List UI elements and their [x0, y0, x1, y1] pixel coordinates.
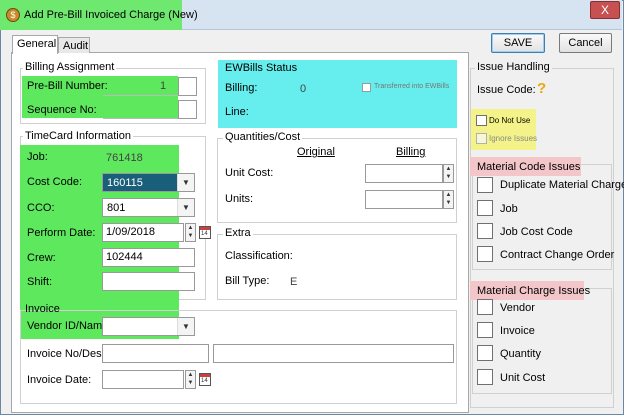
- crew-label: Crew:: [27, 252, 56, 264]
- perform-date-value: 1/09/2018: [106, 226, 155, 238]
- spinner-icon[interactable]: ▲ ▼: [185, 370, 196, 389]
- invoice-issue-label: Invoice: [500, 325, 535, 337]
- ewbills-billing-value: 0: [300, 83, 307, 95]
- question-mark-icon[interactable]: ?: [537, 80, 546, 97]
- job-label: Job:: [27, 151, 48, 163]
- duplicate-material-charge-label: Duplicate Material Charge: [500, 179, 624, 191]
- crew-input[interactable]: 102444: [102, 248, 195, 267]
- cco-label: CCO:: [27, 202, 55, 214]
- do-not-use-checkbox[interactable]: [476, 115, 487, 126]
- units-billing-input[interactable]: [365, 190, 443, 209]
- sequence-no-extra-field[interactable]: [178, 100, 197, 119]
- job-value: 761418: [106, 152, 143, 164]
- calendar-icon[interactable]: 14: [199, 373, 211, 386]
- job-issue-label: Job: [500, 203, 518, 215]
- billing-header: Billing: [396, 146, 426, 158]
- material-charge-issues-title: Material Charge Issues: [477, 285, 591, 297]
- invoice-issue-checkbox[interactable]: [477, 322, 493, 338]
- contract-change-order-label: Contract Change Order: [500, 249, 615, 261]
- pre-bill-number-label: Pre-Bill Number:: [27, 80, 108, 92]
- window-title: Add Pre-Bill Invoiced Charge (New): [24, 9, 198, 21]
- job-issue-checkbox[interactable]: [477, 200, 493, 216]
- chevron-down-icon[interactable]: ▼: [177, 174, 194, 191]
- extra-title: Extra: [223, 227, 253, 239]
- material-code-issues-title: Material Code Issues: [477, 161, 581, 173]
- extra-group: [217, 234, 457, 300]
- ignore-issues-label: Ignore Issues: [489, 134, 538, 143]
- sequence-no-field[interactable]: [103, 101, 178, 119]
- invoice-title: Invoice: [25, 303, 60, 315]
- sequence-no-label: Sequence No:: [27, 104, 97, 116]
- duplicate-material-charge-checkbox[interactable]: [477, 177, 493, 193]
- spinner-icon[interactable]: ▲ ▼: [443, 190, 454, 209]
- unit-cost-issue-label: Unit Cost: [500, 372, 546, 384]
- do-not-use-label: Do Not Use: [489, 116, 531, 125]
- quantity-issue-label: Quantity: [500, 348, 541, 360]
- units-label: Units:: [225, 193, 254, 205]
- pre-bill-number-value: 1: [160, 80, 167, 92]
- tab-audit[interactable]: Audit: [58, 37, 90, 53]
- shift-label: Shift:: [27, 276, 53, 288]
- invoice-no-label: Invoice No/Desc:: [27, 348, 111, 360]
- vendor-label: Vendor ID/Name: [27, 320, 109, 332]
- timecard-title: TimeCard Information: [23, 130, 133, 142]
- unit-cost-issue-checkbox[interactable]: [477, 369, 493, 385]
- transferred-label: Transferred into EWBills: [374, 83, 450, 90]
- quantities-title: Quantities/Cost: [223, 131, 303, 143]
- cost-code-label: Cost Code:: [27, 176, 83, 188]
- cco-dropdown[interactable]: 801 ▼: [102, 198, 195, 217]
- ignore-issues-checkbox[interactable]: [476, 133, 487, 144]
- vendor-issue-checkbox[interactable]: [477, 299, 493, 315]
- quantity-issue-checkbox[interactable]: [477, 345, 493, 361]
- cost-code-value: 160115: [107, 177, 143, 189]
- invoice-desc-input[interactable]: [213, 344, 454, 363]
- vendor-dropdown[interactable]: ▼: [102, 317, 195, 336]
- original-header: Original: [297, 146, 335, 158]
- vendor-issue-label: Vendor: [500, 302, 535, 314]
- invoice-date-label: Invoice Date:: [27, 374, 92, 386]
- spinner-icon[interactable]: ▲ ▼: [443, 164, 454, 183]
- classification-label: Classification:: [225, 250, 293, 262]
- shift-input[interactable]: [102, 272, 195, 291]
- spinner-icon[interactable]: ▲ ▼: [185, 223, 196, 242]
- bill-type-label: Bill Type:: [225, 275, 270, 287]
- chevron-down-icon[interactable]: ▼: [177, 318, 194, 335]
- issue-handling-title: Issue Handling: [475, 61, 552, 73]
- job-cost-code-checkbox[interactable]: [477, 223, 493, 239]
- unit-cost-billing-input[interactable]: [365, 164, 443, 183]
- unit-cost-label: Unit Cost:: [225, 167, 274, 179]
- chevron-down-icon[interactable]: ▼: [177, 199, 194, 216]
- save-button[interactable]: SAVE: [491, 33, 545, 53]
- cco-value: 801: [107, 202, 126, 214]
- contract-change-order-checkbox[interactable]: [477, 246, 493, 262]
- pre-bill-number-field[interactable]: [103, 78, 178, 96]
- transferred-checkbox[interactable]: [362, 83, 371, 92]
- crew-value: 102444: [106, 251, 143, 263]
- bill-type-value: E: [290, 276, 298, 288]
- invoice-date-input[interactable]: [102, 370, 184, 389]
- ewbills-billing-label: Billing:: [225, 82, 258, 94]
- cancel-button[interactable]: Cancel: [559, 33, 612, 53]
- perform-date-label: Perform Date:: [27, 227, 96, 239]
- calendar-icon[interactable]: 14: [199, 226, 211, 239]
- app-dollar-icon: $: [6, 8, 20, 22]
- issue-code-label: Issue Code:: [477, 84, 536, 96]
- perform-date-input[interactable]: 1/09/2018: [102, 223, 184, 242]
- pre-bill-number-extra-field[interactable]: [178, 77, 197, 96]
- ewbills-line-label: Line:: [225, 106, 249, 118]
- job-cost-code-label: Job Cost Code: [500, 226, 573, 238]
- close-icon[interactable]: X: [590, 1, 620, 19]
- invoice-no-input[interactable]: [102, 344, 209, 363]
- billing-assignment-title: Billing Assignment: [23, 61, 117, 73]
- tab-general[interactable]: General: [12, 35, 58, 54]
- ewbills-status-title: EWBills Status: [225, 62, 298, 74]
- cost-code-dropdown[interactable]: 160115 ▼: [102, 173, 195, 192]
